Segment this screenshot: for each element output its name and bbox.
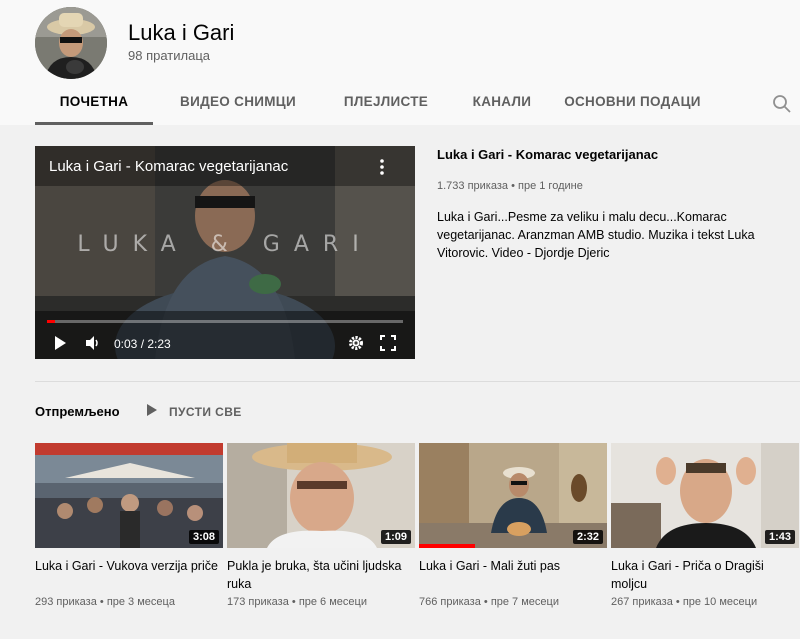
video-duration: 1:09 [380,530,411,544]
channel-name: Luka i Gari [128,20,235,45]
play-icon[interactable] [53,335,67,356]
video-age: пре 10 месеци [682,596,758,608]
video-card[interactable]: 1:43 Luka i Gari - Priča o Dragiši moljc… [611,443,799,608]
more-vert-icon[interactable] [377,158,387,176]
video-duration: 2:32 [572,530,603,544]
video-card[interactable]: 2:32 Luka i Gari - Mali žuti pas 766 при… [419,443,607,608]
featured-age: пре 1 године [518,180,583,192]
volume-icon[interactable] [85,335,101,356]
tab-playlists[interactable]: ПЛЕЈЛИСТЕ [323,85,449,125]
tab-home[interactable]: ПОЧЕТНА [35,85,153,125]
play-all-button[interactable]: ПУСТИ СВЕ [146,403,242,421]
featured-video-player[interactable]: Luka i Gari - Komarac vegetarijanac LUKA… [35,146,415,359]
video-views: 766 приказа [419,596,481,608]
channel-avatar[interactable] [35,7,107,79]
video-title[interactable]: Luka i Gari - Mali žuti pas [419,557,603,575]
play-all-icon [146,403,158,422]
meta-separator: • [288,596,299,608]
settings-gear-icon[interactable] [348,335,364,356]
featured-video-description: Luka i Gari...Pesme za veliku i malu dec… [437,210,755,260]
tab-channels[interactable]: КАНАЛИ [449,85,555,125]
video-thumbnail[interactable]: 2:32 [419,443,607,548]
channel-tabs: ПОЧЕТНА ВИДЕО СНИМЦИ ПЛЕЈЛИСТЕ КАНАЛИ ОС… [35,85,710,125]
video-title[interactable]: Luka i Gari - Vukova verzija priče [35,557,219,575]
play-all-label: ПУСТИ СВЕ [169,405,242,419]
player-title: Luka i Gari - Komarac vegetarijanac [49,158,289,175]
video-meta: 766 приказа • пре 7 месеци [419,596,559,608]
video-duration: 3:08 [188,530,219,544]
watched-progress [419,544,476,548]
progress-bar[interactable] [47,320,403,323]
shelf-title[interactable]: Отпремљено [35,404,120,419]
video-card[interactable]: 3:08 Luka i Gari - Vukova verzija priče … [35,443,223,608]
video-views: 173 приказа [227,596,289,608]
meta-separator: • [672,596,683,608]
subscriber-count: 98 пратилаца [128,48,210,63]
video-meta: 293 приказа • пре 3 месеца [35,596,175,608]
section-divider [35,381,800,382]
meta-separator: • [511,180,518,192]
video-title[interactable]: Luka i Gari - Priča o Dragiši moljcu [611,557,795,593]
channel-header: Luka i Gari 98 пратилаца ПОЧЕТНА ВИДЕО С… [0,0,800,125]
search-icon[interactable] [771,93,793,115]
video-thumbnail[interactable]: 1:09 [227,443,415,548]
featured-video-meta: 1.733 приказа • пре 1 године [437,180,583,192]
video-title[interactable]: Pukla je bruka, šta učini ljudska ruka [227,557,411,593]
video-age: пре 3 месеца [106,596,175,608]
featured-views: 1.733 приказа [437,180,509,192]
progress-fill [47,320,55,323]
video-watermark: LUKA & GARI [77,232,373,257]
meta-separator: • [96,596,107,608]
video-age: пре 7 месеци [490,596,559,608]
video-meta: 267 приказа • пре 10 месеци [611,596,757,608]
video-card[interactable]: 1:09 Pukla je bruka, šta učini ljudska r… [227,443,415,608]
featured-video-title[interactable]: Luka i Gari - Komarac vegetarijanac [437,147,658,162]
video-duration: 1:43 [764,530,795,544]
video-thumbnail[interactable]: 1:43 [611,443,799,548]
fullscreen-icon[interactable] [380,335,396,356]
meta-separator: • [480,596,491,608]
video-age: пре 6 месеци [298,596,367,608]
video-meta: 173 приказа • пре 6 месеци [227,596,367,608]
time-display: 0:03 / 2:23 [114,337,171,351]
video-thumbnail[interactable]: 3:08 [35,443,223,548]
video-views: 293 приказа [35,596,97,608]
tab-videos[interactable]: ВИДЕО СНИМЦИ [153,85,323,125]
video-views: 267 приказа [611,596,673,608]
tab-about[interactable]: ОСНОВНИ ПОДАЦИ [555,85,710,125]
